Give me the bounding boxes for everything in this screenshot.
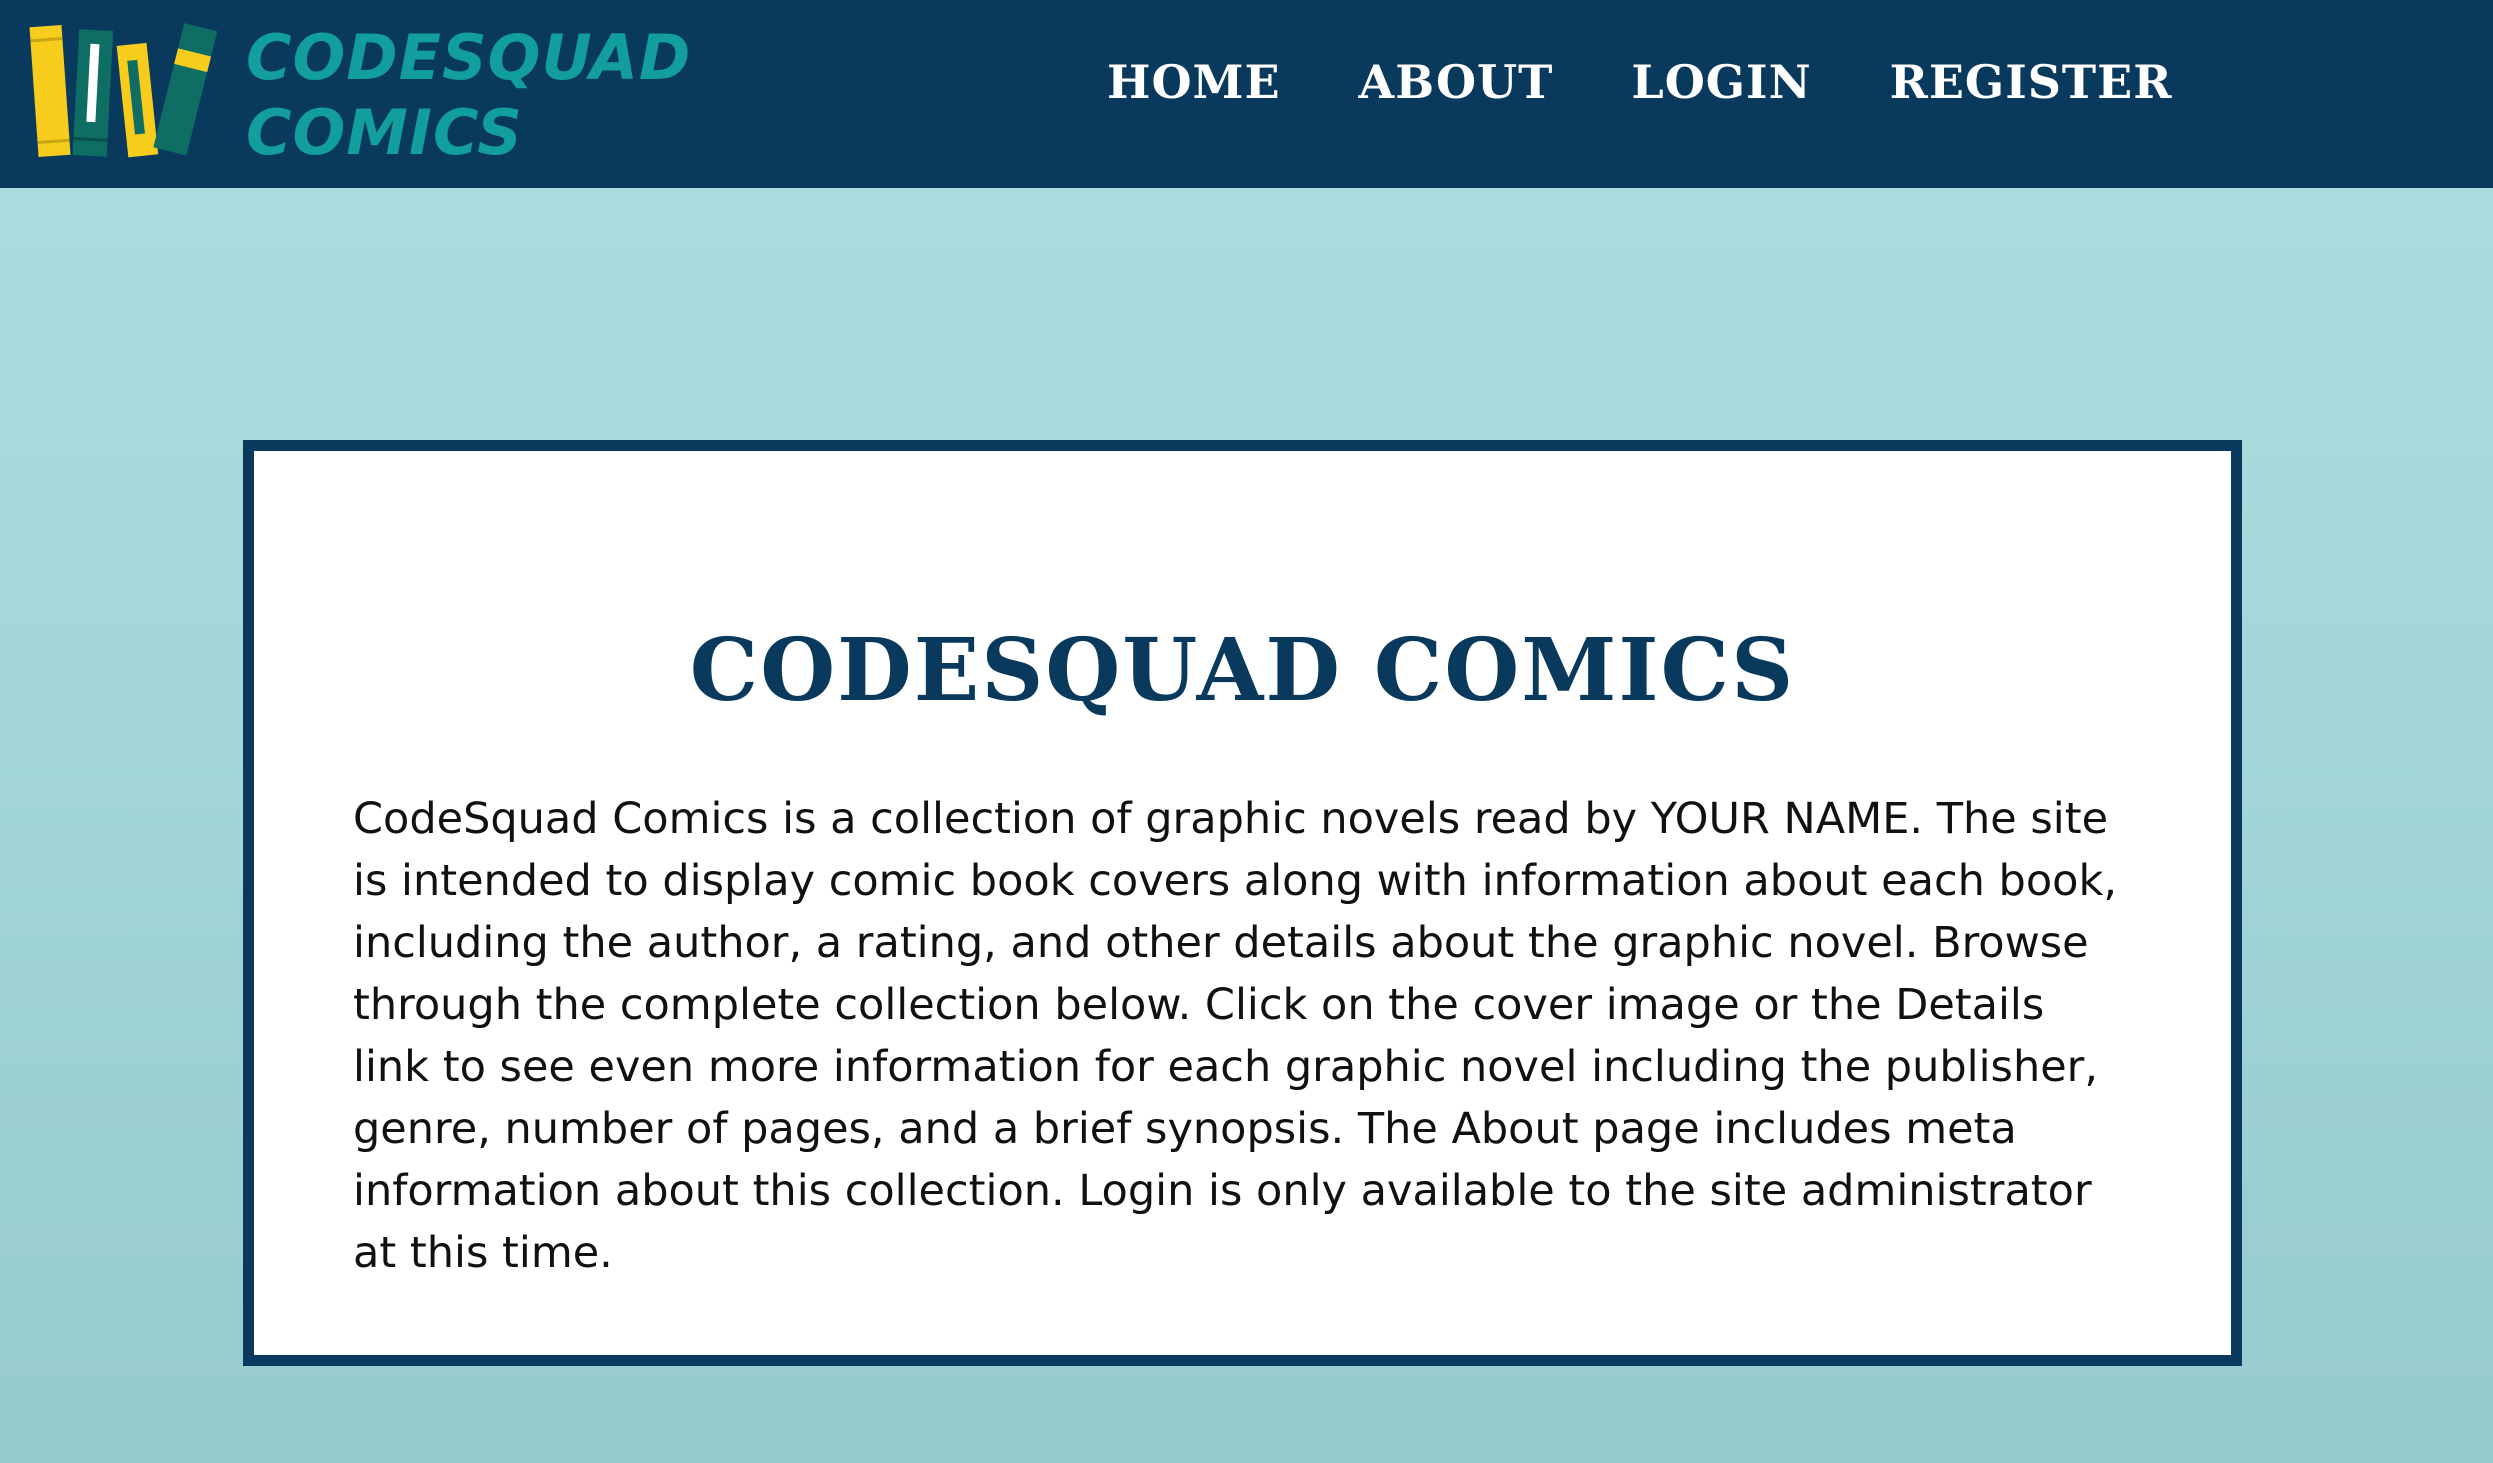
intro-card: CODESQUAD COMICS CodeSquad Comics is a c… [243, 440, 2242, 1366]
intro-description: CodeSquad Comics is a collection of grap… [353, 794, 2118, 1278]
main-nav: HOME ABOUT LOGIN REGISTER [1107, 52, 2172, 112]
logo-line-1: CODESQUAD [246, 21, 692, 94]
nav-home-link[interactable]: HOME [1107, 52, 1281, 112]
nav-about-link[interactable]: ABOUT [1359, 52, 1554, 112]
nav-register-link[interactable]: REGISTER [1890, 52, 2173, 112]
books-logo-icon [29, 23, 218, 158]
logo-wordmark: CODESQUAD COMICS [246, 20, 692, 170]
page-title: CODESQUAD COMICS [689, 620, 1796, 721]
nav-login-link[interactable]: LOGIN [1631, 52, 1811, 112]
logo-line-2: COMICS [246, 96, 523, 169]
navbar: CODESQUAD COMICS HOME ABOUT LOGIN REGIST… [0, 0, 2493, 188]
logo-link[interactable]: CODESQUAD COMICS [0, 0, 692, 188]
